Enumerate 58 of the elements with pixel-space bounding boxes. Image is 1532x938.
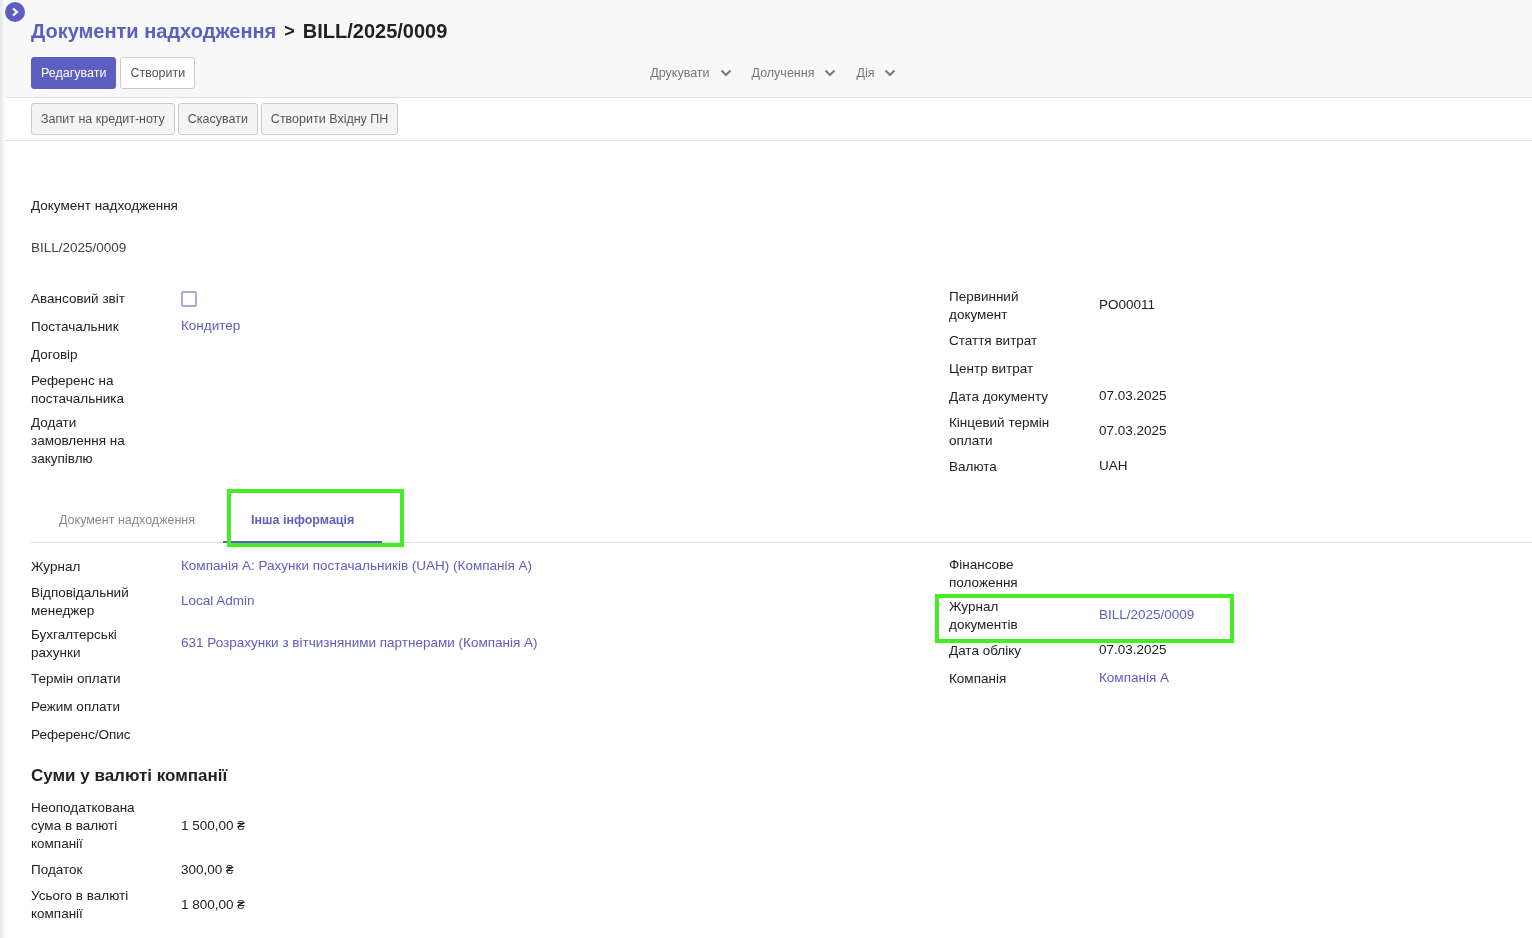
field-label: Референс/Опис <box>31 725 132 744</box>
breadcrumb-separator: > <box>284 19 295 43</box>
field-label: Відповідальний менеджер <box>31 583 130 620</box>
section-heading: Суми у валюті компанії <box>31 764 229 787</box>
dropdown-menu[interactable]: Долучення <box>751 63 837 83</box>
dropdown-menu[interactable]: Дія <box>856 63 897 83</box>
field-label: Дата документу <box>949 387 1049 406</box>
form-section-label: Документ надходження <box>31 197 179 215</box>
field-link[interactable]: Компанія А <box>1099 670 1169 686</box>
field-label: Неоподаткована сума в валюті компанії <box>31 799 136 853</box>
action-button[interactable]: Скасувати <box>177 103 258 135</box>
field-label: Податок <box>31 861 84 879</box>
field-value: 300,00 ₴ <box>181 861 234 877</box>
field-value: 07.03.2025 <box>1099 388 1167 404</box>
field-label: Дата обліку <box>949 641 1022 660</box>
field-link[interactable]: Local Admin <box>181 593 255 609</box>
field-label: Термін оплати <box>31 669 122 688</box>
action-button[interactable]: Створити Вхідну ПН <box>260 103 399 135</box>
field-link[interactable]: Кондитер <box>181 318 241 334</box>
field-value: 07.03.2025 <box>1099 642 1167 658</box>
field-label: Фінансове положення <box>949 555 1019 592</box>
field-label: Компанія <box>949 669 1008 688</box>
breadcrumb-current: BILL/2025/0009 <box>302 19 448 44</box>
field-value: 07.03.2025 <box>1099 423 1167 439</box>
field-label: Постачальник <box>31 317 120 336</box>
field-label: Журнал <box>31 557 82 576</box>
field-label: Валюта <box>949 457 998 476</box>
field-label: Стаття витрат <box>949 331 1039 350</box>
field-label: Кінцевий термін оплати <box>949 413 1051 450</box>
field-value: PO00011 <box>1099 297 1156 313</box>
field-label: Журнал документів <box>949 597 1019 634</box>
field-label: Усього в валюті компанії <box>31 887 130 923</box>
edit-button[interactable]: Редагувати <box>31 57 117 89</box>
field-label: Бухгалтерські рахунки <box>31 625 118 662</box>
field-label: Авансовий звіт <box>31 289 126 308</box>
action-button[interactable]: Запит на кредит-ноту <box>31 103 175 135</box>
field-label: Режим оплати <box>31 697 121 716</box>
create-button[interactable]: Створити <box>120 57 196 89</box>
chevron-down-icon <box>719 69 732 77</box>
field-label: Додати замовлення на закупівлю <box>31 413 126 468</box>
field-label: Первинний документ <box>949 287 1020 324</box>
dropdown-menu[interactable]: Друкувати <box>650 63 732 83</box>
field-link[interactable]: Компанія А: Рахунки постачальників (UAH) (Компанія А) <box>181 558 533 574</box>
chevron-down-icon <box>824 69 837 77</box>
field-value: UAH <box>1099 458 1128 474</box>
chevron-down-icon <box>884 69 897 77</box>
field-value: 1 500,00 ₴ <box>181 817 245 833</box>
field-label: Центр витрат <box>949 359 1035 378</box>
tab[interactable]: Інша інформація <box>223 500 383 543</box>
field-link[interactable]: BILL/2025/0009 <box>1099 607 1195 623</box>
document-number: BILL/2025/0009 <box>31 239 128 258</box>
checkbox[interactable] <box>181 290 197 307</box>
field-label: Договір <box>31 345 79 364</box>
tab[interactable]: Документ надходження <box>31 500 224 543</box>
field-link[interactable]: 631 Розрахунки з вітчизняними партнерами (Компанія А) <box>181 635 538 651</box>
field-value: 1 800,00 ₴ <box>181 896 245 912</box>
field-label: Референс на постачальника <box>31 371 125 408</box>
breadcrumb-link[interactable]: Документи надходження <box>31 16 277 46</box>
